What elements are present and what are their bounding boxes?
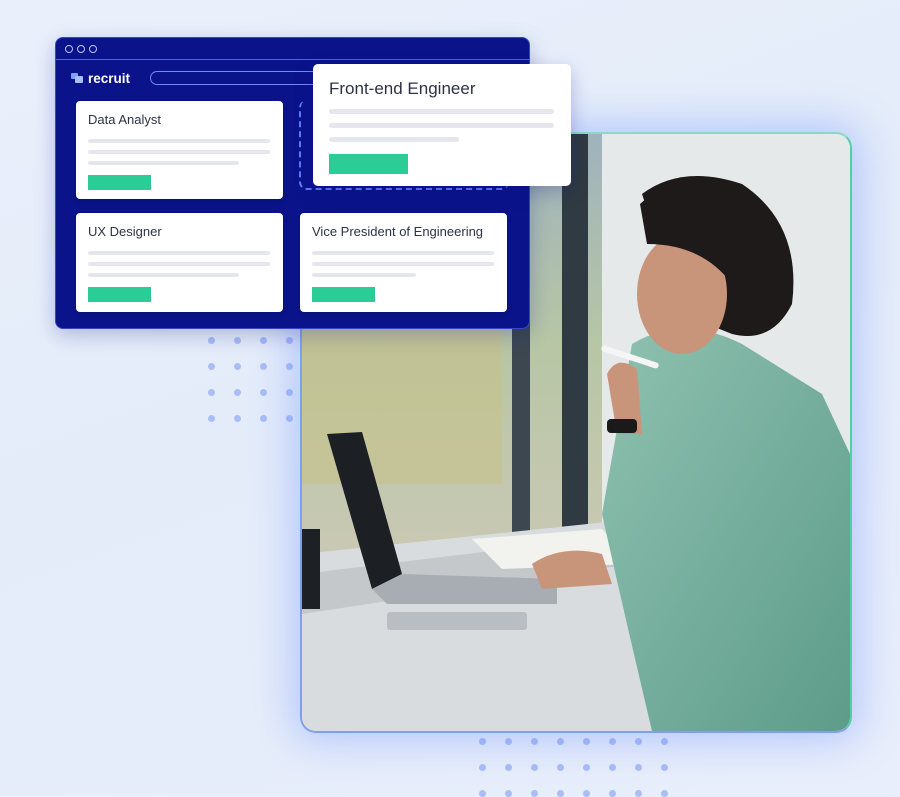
decorative-dot-grid-bottom [479, 738, 668, 797]
placeholder-line [312, 262, 494, 266]
placeholder-line [312, 273, 416, 277]
job-title: Data Analyst [88, 112, 161, 127]
job-card[interactable]: Vice President of Engineering [300, 213, 507, 312]
placeholder-line [329, 109, 554, 114]
featured-job-card[interactable]: Front-end Engineer [313, 64, 571, 186]
apply-button[interactable] [88, 287, 151, 302]
featured-job-title: Front-end Engineer [329, 79, 476, 98]
placeholder-line [88, 262, 270, 266]
decorative-dot-grid-left [208, 337, 293, 422]
apply-button[interactable] [329, 154, 408, 174]
apply-button[interactable] [88, 175, 151, 190]
window-control-dot[interactable] [77, 44, 85, 53]
window-control-dot[interactable] [89, 44, 97, 53]
placeholder-line [312, 251, 494, 255]
placeholder-line [88, 251, 270, 255]
placeholder-line [329, 123, 554, 128]
job-title: UX Designer [88, 224, 162, 239]
placeholder-line [329, 137, 459, 142]
job-card[interactable]: UX Designer [76, 213, 283, 312]
job-card[interactable]: Data Analyst [76, 101, 283, 199]
apply-button[interactable] [312, 287, 375, 302]
window-titlebar [56, 38, 529, 60]
window-control-dot[interactable] [65, 44, 73, 53]
job-title: Vice President of Engineering [312, 224, 484, 239]
placeholder-line [88, 150, 270, 154]
placeholder-line [88, 161, 239, 165]
placeholder-line [88, 273, 239, 277]
placeholder-line [88, 139, 270, 143]
logo-mark-icon [71, 73, 83, 83]
brand-name: recruit [88, 70, 131, 86]
brand-logo[interactable]: recruit [71, 71, 130, 86]
